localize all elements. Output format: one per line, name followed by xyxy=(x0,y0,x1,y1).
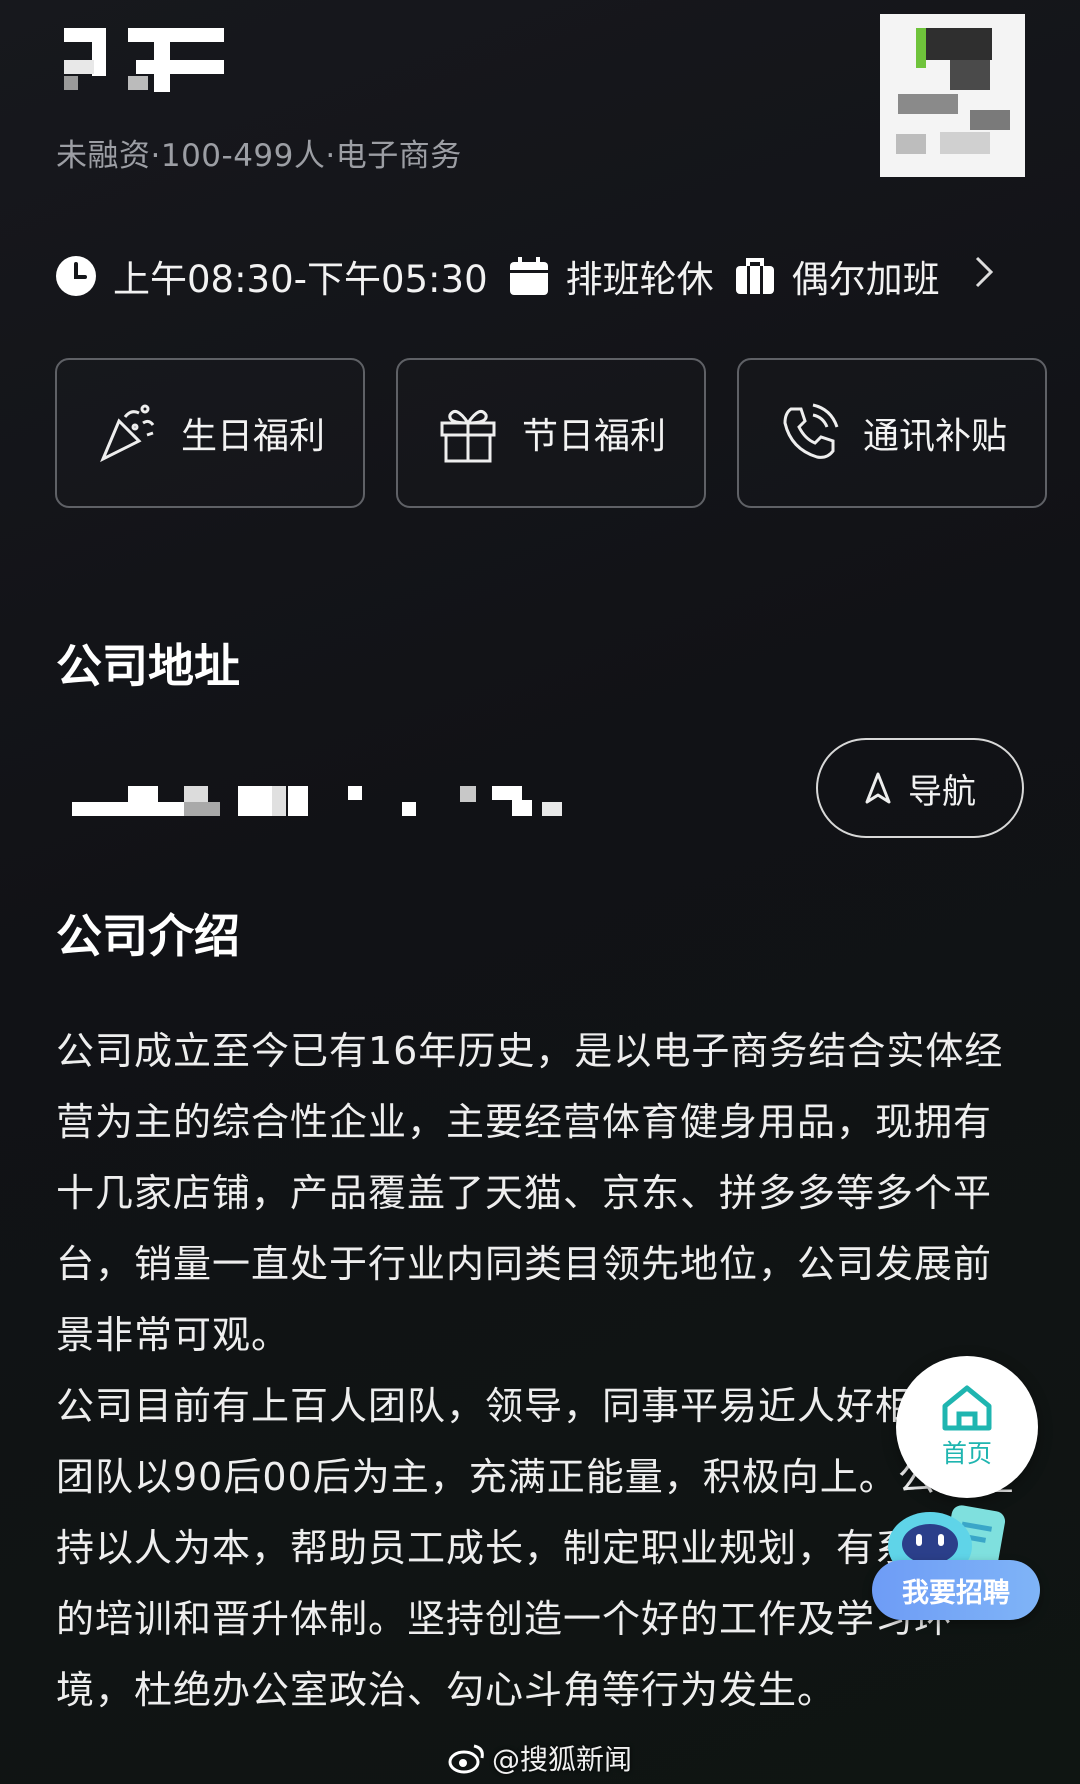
intro-paragraph: 公司成立至今已有16年历史，是以电子商务结合实体经营为主的综合性企业，主要经营体… xyxy=(56,1029,1004,1357)
intro-title: 公司介绍 xyxy=(56,909,240,963)
overtime-info: 偶尔加班 xyxy=(791,258,940,301)
shift-type: 排班轮休 xyxy=(565,258,714,301)
briefcase-icon xyxy=(734,255,776,297)
intro-paragraph: 公司目前有上百人团队，领导，同事平易近人好相处，团队以90后00后为主，充满正能… xyxy=(56,1384,1015,1712)
recruit-button[interactable]: 我要招聘 xyxy=(872,1560,1040,1620)
company-avatar-masked[interactable] xyxy=(880,14,1025,177)
weibo-icon xyxy=(448,1744,484,1774)
benefit-card-holiday[interactable]: 节日福利 xyxy=(396,358,706,508)
party-popper-icon xyxy=(95,401,159,465)
address-masked xyxy=(72,780,592,820)
home-icon xyxy=(942,1385,992,1431)
phone-call-icon xyxy=(777,401,841,465)
watermark-text: @搜狐新闻 xyxy=(492,1743,633,1776)
chevron-right-icon xyxy=(974,253,994,299)
intro-text: 公司成立至今已有16年历史，是以电子商务结合实体经营为主的综合性企业，主要经营体… xyxy=(56,1016,1016,1726)
clock-icon xyxy=(55,255,97,297)
benefit-label: 生日福利 xyxy=(180,416,325,457)
address-title: 公司地址 xyxy=(56,639,240,693)
benefit-card-phone[interactable]: 通讯补贴 xyxy=(737,358,1047,508)
watermark: @搜狐新闻 xyxy=(448,1738,632,1778)
company-logo-masked xyxy=(64,28,224,106)
benefit-card-birthday[interactable]: 生日福利 xyxy=(55,358,365,508)
benefit-label: 节日福利 xyxy=(521,416,666,457)
gift-icon xyxy=(436,401,500,465)
navigate-button[interactable]: 导航 xyxy=(816,738,1024,838)
company-meta: 未融资·100-499人·电子商务 xyxy=(56,138,462,174)
navigate-label: 导航 xyxy=(908,771,976,812)
home-button[interactable]: 首页 xyxy=(896,1356,1038,1498)
home-label: 首页 xyxy=(941,1439,992,1468)
schedule-row[interactable]: 上午08:30-下午05:30 排班轮休 偶尔加班 xyxy=(55,250,994,302)
benefit-label: 通讯补贴 xyxy=(862,416,1007,457)
work-time: 上午08:30-下午05:30 xyxy=(113,258,488,301)
calendar-icon xyxy=(508,255,550,297)
navigation-arrow-icon xyxy=(865,772,891,804)
